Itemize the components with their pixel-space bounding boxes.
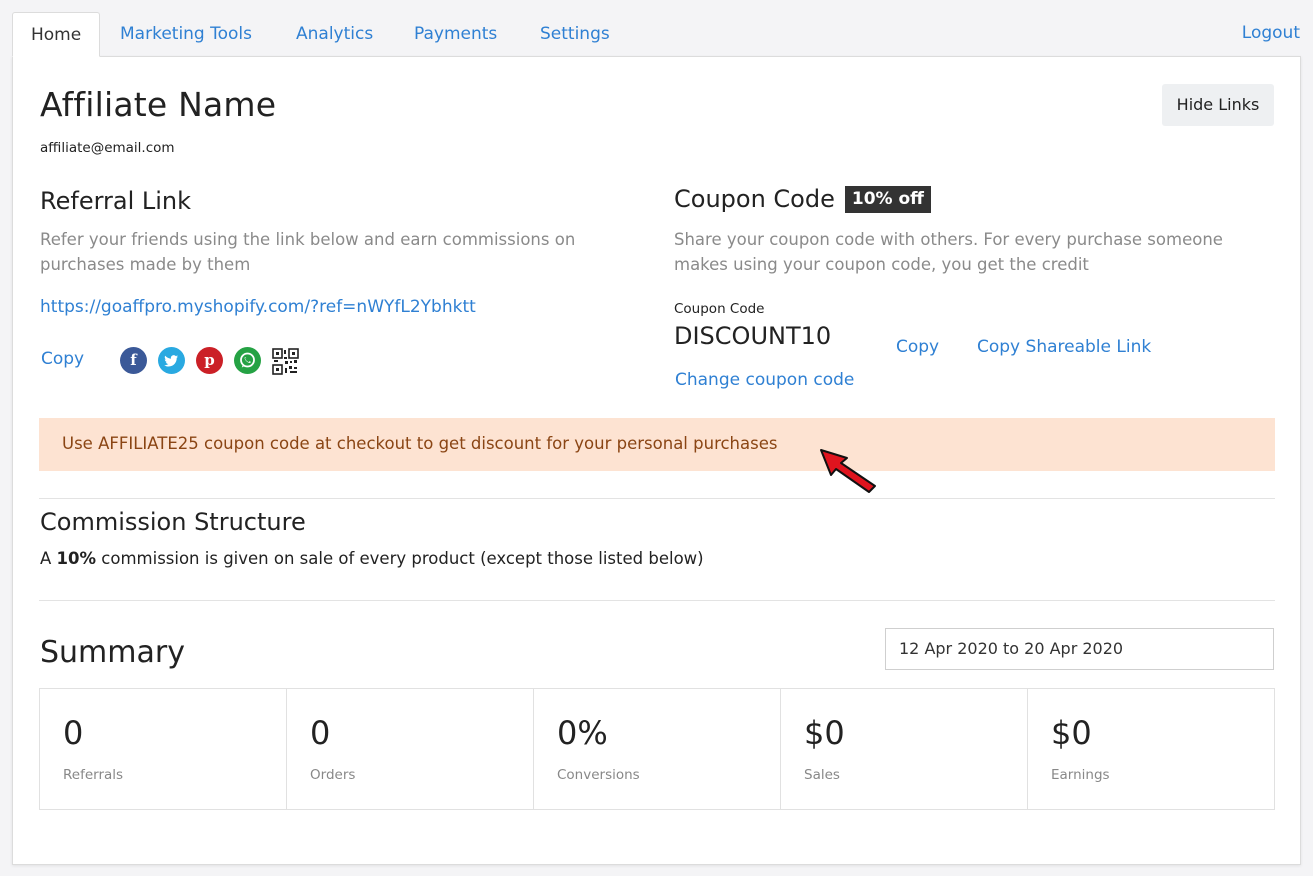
change-coupon-link[interactable]: Change coupon code (675, 370, 854, 390)
commission-suffix: commission is given on sale of every pro… (96, 549, 704, 568)
referral-description: Refer your friends using the link below … (40, 230, 576, 274)
stat-referrals: 0 Referrals (40, 689, 287, 809)
nav-tabs: Home Marketing Tools Analytics Payments … (0, 0, 1313, 57)
stat-value: 0% (557, 714, 608, 752)
commission-structure-heading: Commission Structure (40, 508, 306, 536)
commission-prefix: A (40, 549, 57, 568)
date-range-picker[interactable]: 12 Apr 2020 to 20 Apr 2020 (885, 628, 1274, 670)
copy-coupon-button[interactable]: Copy (896, 337, 939, 357)
twitter-icon[interactable] (158, 347, 185, 374)
coupon-code-value: DISCOUNT10 (674, 322, 832, 350)
divider-2 (39, 600, 1275, 601)
hide-links-button[interactable]: Hide Links (1162, 84, 1274, 126)
tab-settings[interactable]: Settings (540, 12, 610, 57)
alert-text: Use AFFILIATE25 coupon code at checkout … (62, 434, 778, 453)
coupon-description: Share your coupon code with others. For … (674, 230, 1223, 274)
coupon-field-label: Coupon Code (674, 301, 765, 317)
tab-payments[interactable]: Payments (414, 12, 497, 57)
stat-value: 0 (310, 714, 331, 752)
referral-link-heading: Referral Link (40, 187, 192, 215)
commission-text: A 10% commission is given on sale of eve… (40, 549, 704, 568)
personal-discount-alert: Use AFFILIATE25 coupon code at checkout … (39, 418, 1275, 471)
stat-value: 0 (63, 714, 84, 752)
stat-conversions: 0% Conversions (534, 689, 781, 809)
stat-sales: $0 Sales (781, 689, 1028, 809)
pinterest-icon[interactable]: p (196, 347, 223, 374)
stat-label: Earnings (1051, 767, 1110, 783)
red-arrow-icon (819, 444, 879, 494)
coupon-heading-row: Coupon Code 10% off (674, 185, 931, 213)
affiliate-email: affiliate@email.com (40, 140, 175, 156)
stat-value: $0 (1051, 714, 1092, 752)
tab-analytics[interactable]: Analytics (296, 12, 373, 57)
logout-link[interactable]: Logout (1242, 12, 1300, 54)
stat-orders: 0 Orders (287, 689, 534, 809)
copy-shareable-link-button[interactable]: Copy Shareable Link (977, 337, 1151, 357)
commission-rate: 10% (56, 549, 97, 568)
tab-home[interactable]: Home (12, 12, 101, 57)
tab-marketing-tools[interactable]: Marketing Tools (120, 12, 252, 57)
facebook-icon[interactable]: f (120, 347, 147, 374)
copy-referral-button[interactable]: Copy (41, 349, 84, 369)
discount-badge: 10% off (844, 185, 931, 213)
stat-label: Orders (310, 767, 356, 783)
summary-heading: Summary (40, 635, 185, 670)
stat-earnings: $0 Earnings (1028, 689, 1274, 809)
dashboard-card: Affiliate Name affiliate@email.com Hide … (12, 56, 1301, 865)
stat-label: Referrals (63, 767, 124, 783)
affiliate-name: Affiliate Name (40, 85, 277, 124)
coupon-code-heading: Coupon Code (674, 185, 835, 213)
divider-1 (39, 498, 1275, 499)
summary-stats: 0 Referrals 0 Orders 0% Conversions $0 S… (39, 688, 1275, 810)
whatsapp-icon[interactable] (234, 347, 261, 374)
referral-url-link[interactable]: https://goaffpro.myshopify.com/?ref=nWYf… (40, 297, 476, 317)
qr-code-icon[interactable] (272, 348, 299, 375)
stat-value: $0 (804, 714, 845, 752)
stat-label: Sales (804, 767, 840, 783)
stat-label: Conversions (557, 767, 640, 783)
